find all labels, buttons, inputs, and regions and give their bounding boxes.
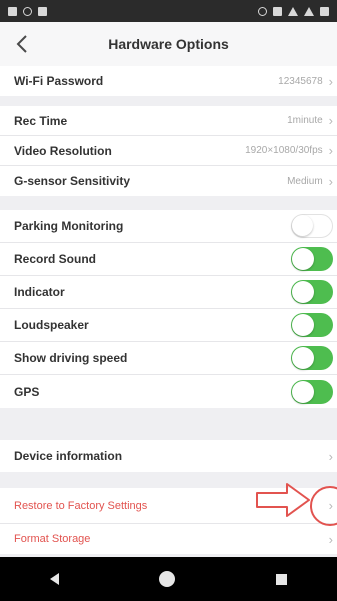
gps-toggle[interactable] xyxy=(291,379,333,404)
chevron-right-icon: › xyxy=(328,531,333,547)
show-driving-speed-toggle[interactable] xyxy=(291,346,333,370)
wifi-icon xyxy=(288,6,298,16)
record-sound-label: Record Sound xyxy=(14,252,97,266)
system-recents-icon[interactable] xyxy=(275,573,287,585)
gsensor-label: G-sensor Sensitivity xyxy=(14,174,131,188)
gsensor-value: Medium xyxy=(287,175,323,187)
format-storage-row[interactable]: Format Storage › xyxy=(0,524,337,554)
wifi-section: Wi-Fi Password 12345678 › xyxy=(0,66,337,96)
vibrate-icon xyxy=(273,6,282,16)
chevron-right-icon: › xyxy=(328,448,333,464)
battery-icon xyxy=(320,6,329,16)
back-button[interactable] xyxy=(4,26,40,62)
chevron-right-icon: › xyxy=(328,73,333,89)
gps-label: GPS xyxy=(14,384,40,399)
page-title: Hardware Options xyxy=(108,36,229,52)
chevron-left-icon xyxy=(16,35,27,53)
arrow-right-icon xyxy=(256,483,310,517)
notification-icon xyxy=(8,6,17,16)
device-section: Device information › xyxy=(0,440,337,472)
toggle-row-record-sound: Record Sound xyxy=(0,243,337,276)
recording-section: Rec Time 1minute › Video Resolution 1920… xyxy=(0,106,337,196)
rec-time-value: 1minute xyxy=(287,115,323,126)
indicator-toggle[interactable] xyxy=(291,280,333,304)
device-information-row[interactable]: Device information › xyxy=(0,440,337,472)
nav-bar: Hardware Options xyxy=(0,22,337,66)
parking-monitoring-toggle[interactable] xyxy=(291,214,333,238)
toggle-row-loudspeaker: Loudspeaker xyxy=(0,309,337,342)
video-resolution-row[interactable]: Video Resolution 1920×1080/30fps › xyxy=(0,136,337,166)
status-left-icons xyxy=(8,6,47,16)
system-nav-bar xyxy=(0,557,337,601)
toggle-row-indicator: Indicator xyxy=(0,276,337,309)
toggle-row-show-driving-speed: Show driving speed xyxy=(0,342,337,375)
chevron-right-icon: › xyxy=(328,173,333,189)
wifi-password-value: 12345678 xyxy=(278,75,323,87)
chevron-right-icon: › xyxy=(328,113,333,128)
indicator-label: Indicator xyxy=(14,285,65,299)
video-resolution-label: Video Resolution xyxy=(14,143,112,158)
record-sound-toggle[interactable] xyxy=(291,247,333,271)
image-icon xyxy=(38,6,47,16)
device-information-label: Device information xyxy=(14,449,123,463)
system-back-icon[interactable] xyxy=(50,573,60,585)
status-right-icons xyxy=(258,6,329,16)
video-resolution-value: 1920×1080/30fps xyxy=(245,145,323,156)
status-bar xyxy=(0,0,337,22)
format-storage-label: Format Storage xyxy=(14,533,91,545)
sync-icon xyxy=(23,6,32,16)
alarm-icon xyxy=(258,6,267,16)
loudspeaker-toggle[interactable] xyxy=(291,313,333,337)
loudspeaker-label: Loudspeaker xyxy=(14,318,89,332)
restore-factory-settings-label: Restore to Factory Settings xyxy=(14,499,148,512)
gsensor-row[interactable]: G-sensor Sensitivity Medium › xyxy=(0,166,337,196)
signal-icon xyxy=(304,6,314,16)
toggles-section: Parking Monitoring Record Sound Indicato… xyxy=(0,210,337,408)
show-driving-speed-label: Show driving speed xyxy=(14,351,128,365)
rec-time-row[interactable]: Rec Time 1minute › xyxy=(0,106,337,136)
toggle-row-gps: GPS xyxy=(0,375,337,408)
parking-monitoring-label: Parking Monitoring xyxy=(14,219,124,233)
wifi-password-label: Wi-Fi Password xyxy=(14,74,104,88)
wifi-password-row[interactable]: Wi-Fi Password 12345678 › xyxy=(0,66,337,96)
system-home-icon[interactable] xyxy=(159,571,176,587)
chevron-right-icon: › xyxy=(328,143,333,158)
toggle-row-parking-monitoring: Parking Monitoring xyxy=(0,210,337,243)
rec-time-label: Rec Time xyxy=(14,113,68,128)
